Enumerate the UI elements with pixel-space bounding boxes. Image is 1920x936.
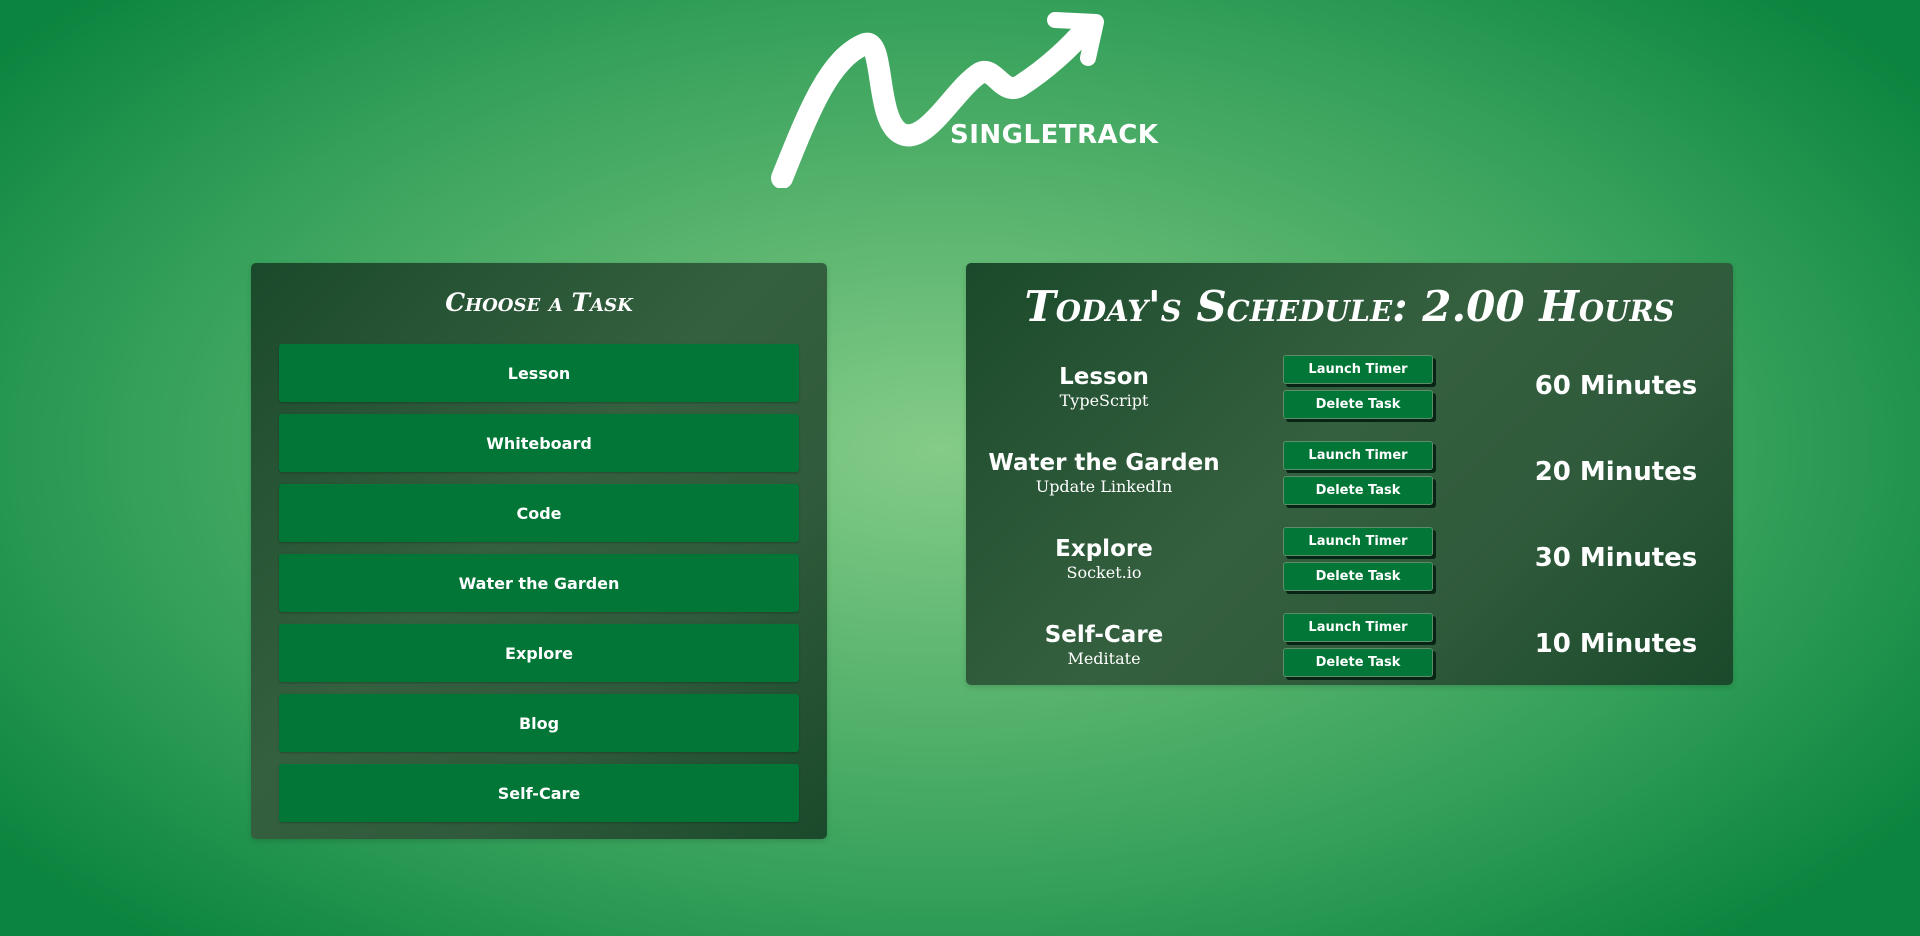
task-button-lesson[interactable]: Lesson (279, 344, 799, 402)
schedule-task-detail: Socket.io (1066, 563, 1142, 582)
task-button-water-the-garden[interactable]: Water the Garden (279, 554, 799, 612)
task-button-code[interactable]: Code (279, 484, 799, 542)
schedule-task-name: Water the Garden (988, 450, 1220, 476)
launch-timer-button[interactable]: Launch Timer (1283, 613, 1433, 642)
schedule-task-detail: Meditate (1067, 649, 1141, 668)
schedule-task-name: Explore (1055, 536, 1153, 562)
task-button-blog[interactable]: Blog (279, 694, 799, 752)
schedule-row-actions: Launch Timer Delete Task (1283, 441, 1433, 511)
brand-name: SINGLETRACK (950, 120, 1159, 150)
schedule-title: Today's Schedule: 2.00 Hours (1024, 282, 1675, 331)
task-chooser-title: Choose a Task (445, 288, 633, 317)
schedule-task-detail: TypeScript (1059, 391, 1149, 410)
schedule-row: Self-Care Meditate Launch Timer Delete T… (966, 613, 1733, 687)
launch-timer-button[interactable]: Launch Timer (1283, 355, 1433, 384)
delete-task-button[interactable]: Delete Task (1283, 476, 1433, 505)
schedule-task-duration: 10 Minutes (1534, 629, 1698, 659)
schedule-task-info: Self-Care Meditate (966, 621, 1242, 669)
schedule-row: Water the Garden Update LinkedIn Launch … (966, 441, 1733, 515)
schedule-panel: Today's Schedule: 2.00 Hours Lesson Type… (966, 263, 1733, 685)
task-button-explore[interactable]: Explore (279, 624, 799, 682)
task-list: Lesson Whiteboard Code Water the Garden … (279, 344, 799, 834)
schedule-row-actions: Launch Timer Delete Task (1283, 613, 1433, 683)
schedule-task-duration: 60 Minutes (1534, 371, 1698, 401)
delete-task-button[interactable]: Delete Task (1283, 648, 1433, 677)
schedule-row: Lesson TypeScript Launch Timer Delete Ta… (966, 355, 1733, 429)
task-chooser-panel: Choose a Task Lesson Whiteboard Code Wat… (251, 263, 827, 839)
launch-timer-button[interactable]: Launch Timer (1283, 527, 1433, 556)
schedule-task-detail: Update LinkedIn (1035, 477, 1173, 496)
schedule-task-name: Lesson (1059, 364, 1149, 390)
schedule-row-actions: Launch Timer Delete Task (1283, 355, 1433, 425)
schedule-task-info: Water the Garden Update LinkedIn (966, 449, 1242, 497)
schedule-task-info: Explore Socket.io (966, 535, 1242, 583)
singletrack-logo[interactable]: SINGLETRACK (770, 8, 1158, 188)
schedule-row: Explore Socket.io Launch Timer Delete Ta… (966, 527, 1733, 601)
delete-task-button[interactable]: Delete Task (1283, 390, 1433, 419)
schedule-task-name: Self-Care (1044, 622, 1164, 648)
task-button-self-care[interactable]: Self-Care (279, 764, 799, 822)
delete-task-button[interactable]: Delete Task (1283, 562, 1433, 591)
schedule-task-info: Lesson TypeScript (966, 363, 1242, 411)
schedule-row-actions: Launch Timer Delete Task (1283, 527, 1433, 597)
schedule-task-duration: 30 Minutes (1534, 543, 1698, 573)
launch-timer-button[interactable]: Launch Timer (1283, 441, 1433, 470)
scribble-arrow-icon (771, 12, 1104, 188)
schedule-task-duration: 20 Minutes (1534, 457, 1698, 487)
task-button-whiteboard[interactable]: Whiteboard (279, 414, 799, 472)
